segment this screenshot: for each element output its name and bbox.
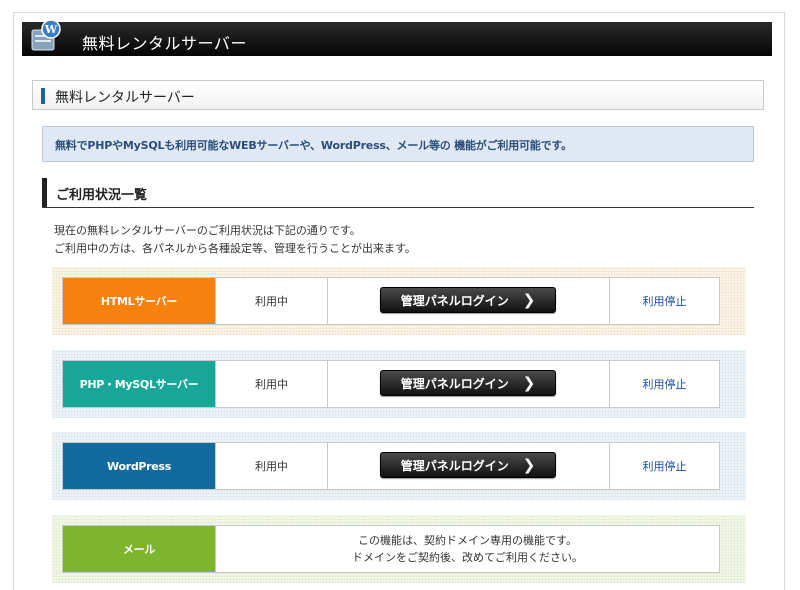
service-panel-wordpress: WordPress 利用中 管理パネルログイン ❯ 利用停止 [52,432,746,500]
service-panel-php-mysql: PHP・MySQLサーバー 利用中 管理パネルログイン ❯ 利用停止 [52,350,746,418]
wordpress-server-icon: W [26,18,64,56]
usage-heading-title: ご利用状況一覧 [56,188,148,203]
info-notice-text: 無料でPHPやMySQLも利用可能なWEBサーバーや、WordPress、メール… [55,139,572,152]
service-panel-mail: メール この機能は、契約ドメイン専用の機能です。 ドメインをご契約後、改めてご利… [52,515,746,583]
mail-message-line: この機能は、契約ドメイン専用の機能です。 [358,534,577,547]
service-status: 利用中 [215,443,327,489]
mail-message-line: ドメインをご契約後、改めてご利用ください。 [352,551,583,564]
service-row: WordPress 利用中 管理パネルログイン ❯ 利用停止 [62,442,720,490]
admin-panel-login-button[interactable]: 管理パネルログイン ❯ [380,287,556,313]
service-row: HTMLサーバー 利用中 管理パネルログイン ❯ 利用停止 [62,277,720,325]
mail-message: この機能は、契約ドメイン専用の機能です。 ドメインをご契約後、改めてご利用くださ… [215,526,719,572]
login-button-label: 管理パネルログイン [400,293,509,308]
stop-service-link[interactable]: 利用停止 [609,443,719,489]
usage-heading: ご利用状況一覧 [42,178,754,208]
section-marker [41,88,45,104]
usage-description-line: 現在の無料レンタルサーバーのご利用状況は下記の通りです。 [54,224,361,237]
header-title: 無料レンタルサーバー [82,34,247,53]
section-title: 無料レンタルサーバー [55,90,195,106]
service-status: 利用中 [215,361,327,407]
login-cell: 管理パネルログイン ❯ [327,278,609,324]
service-panel-html: HTMLサーバー 利用中 管理パネルログイン ❯ 利用停止 [52,267,746,335]
stop-service-link[interactable]: 利用停止 [609,361,719,407]
info-notice: 無料でPHPやMySQLも利用可能なWEBサーバーや、WordPress、メール… [42,126,754,162]
login-button-label: 管理パネルログイン [400,458,509,473]
login-cell: 管理パネルログイン ❯ [327,361,609,407]
header-bar: W 無料レンタルサーバー [22,19,772,56]
service-status: 利用中 [215,278,327,324]
login-button-label: 管理パネルログイン [400,376,509,391]
login-cell: 管理パネルログイン ❯ [327,443,609,489]
admin-panel-login-button[interactable]: 管理パネルログイン ❯ [380,452,556,478]
section-heading: 無料レンタルサーバー [32,80,764,110]
admin-panel-login-button[interactable]: 管理パネルログイン ❯ [380,370,556,396]
service-name: メール [63,526,215,572]
service-row: メール この機能は、契約ドメイン専用の機能です。 ドメインをご契約後、改めてご利… [62,525,720,573]
usage-description: 現在の無料レンタルサーバーのご利用状況は下記の通りです。 ご利用中の方は、各パネ… [54,222,416,258]
service-name: PHP・MySQLサーバー [63,361,215,407]
svg-text:W: W [44,23,58,36]
service-name: WordPress [63,443,215,489]
chevron-right-icon: ❯ [522,373,536,392]
service-name: HTMLサーバー [63,278,215,324]
chevron-right-icon: ❯ [522,290,536,309]
usage-description-line: ご利用中の方は、各パネルから各種設定等、管理を行うことが出来ます。 [54,242,416,255]
stop-service-link[interactable]: 利用停止 [609,278,719,324]
chevron-right-icon: ❯ [522,455,536,474]
service-row: PHP・MySQLサーバー 利用中 管理パネルログイン ❯ 利用停止 [62,360,720,408]
usage-heading-marker [42,178,47,207]
